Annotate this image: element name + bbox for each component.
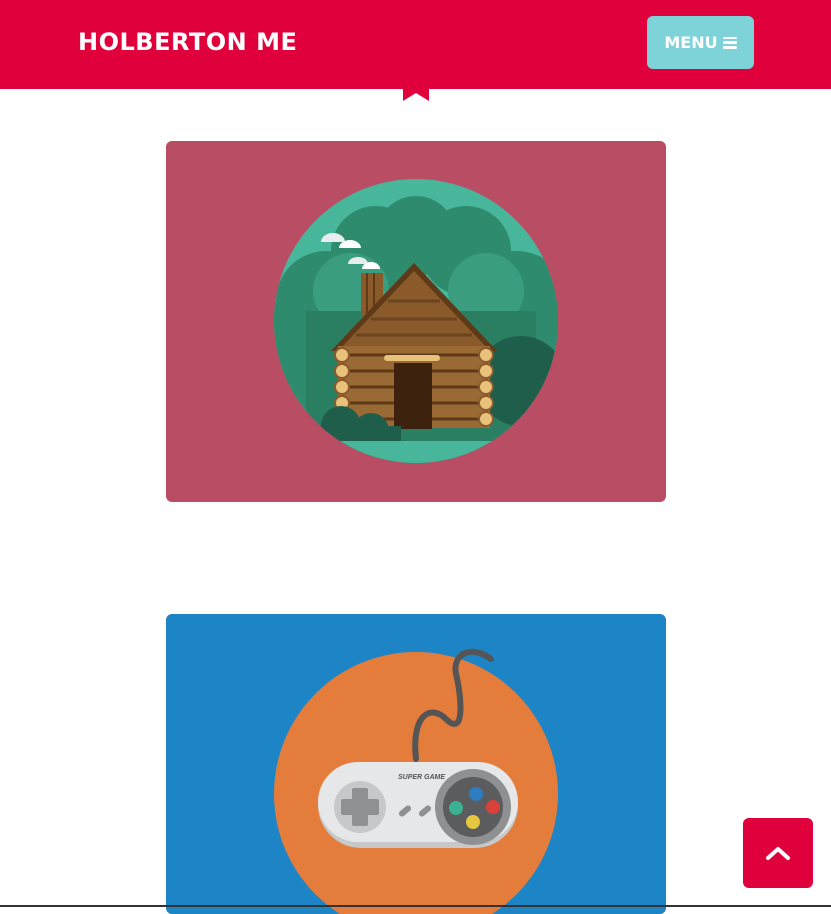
scroll-to-top-button[interactable] xyxy=(743,818,813,888)
controller-label: SUPER GAME xyxy=(398,774,445,781)
gamepad-icon: SUPER GAME xyxy=(274,648,558,914)
brand-logo[interactable]: HOLBERTON ME xyxy=(78,26,297,58)
portfolio-item-gamepad[interactable]: SUPER GAME xyxy=(166,614,666,914)
menu-label: MENU xyxy=(664,33,718,52)
bookmark-icon xyxy=(403,78,429,101)
cabin-icon xyxy=(274,179,558,463)
menu-button[interactable]: MENU xyxy=(647,16,754,69)
portfolio-item-cabin[interactable] xyxy=(166,141,666,502)
chevron-up-icon xyxy=(766,847,790,860)
bars-icon xyxy=(722,36,737,49)
